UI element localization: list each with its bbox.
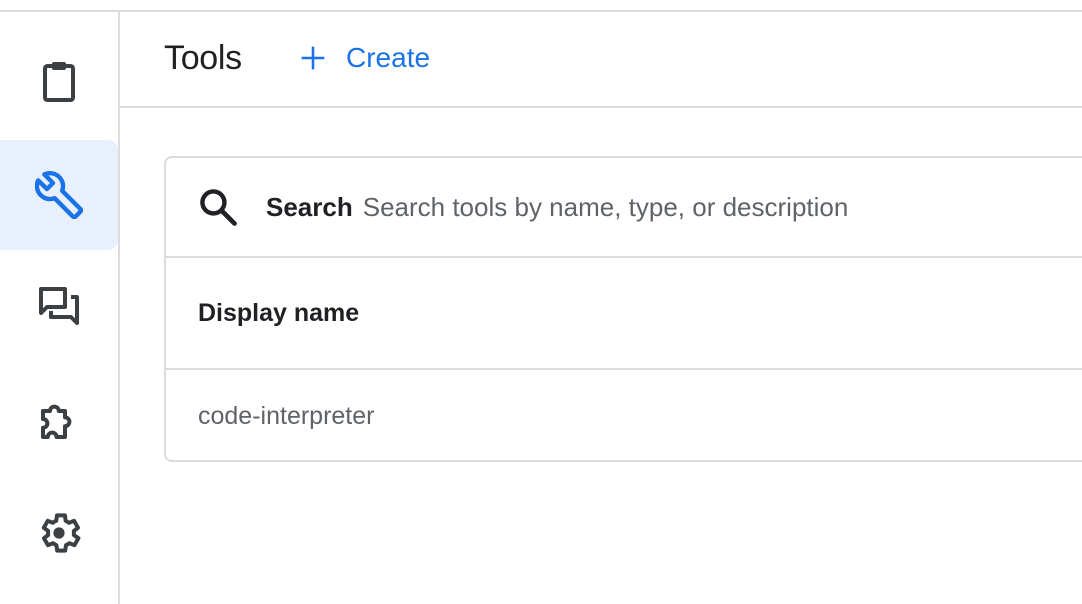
- column-header-display-name[interactable]: Display name: [198, 299, 359, 328]
- page-header: Tools Create: [120, 12, 1082, 108]
- table-row[interactable]: code-interpreter: [166, 370, 1082, 462]
- forum-icon: [39, 287, 79, 325]
- rail-item-tools[interactable]: [0, 140, 118, 250]
- rail-item-extensions[interactable]: [0, 366, 118, 476]
- main-content: Tools Create Search Display name code-in…: [120, 12, 1082, 604]
- wrench-icon: [35, 171, 83, 219]
- page-title: Tools: [164, 39, 242, 77]
- create-button-label: Create: [346, 42, 431, 73]
- rail-item-clipboard[interactable]: [0, 26, 118, 136]
- plus-icon: [301, 46, 325, 70]
- search-icon: [200, 189, 237, 226]
- table-header-row: Display name: [166, 258, 1082, 370]
- search-bar: Search: [166, 158, 1082, 258]
- gear-icon: [41, 513, 81, 553]
- tools-table-panel: Search Display name code-interpreter: [164, 156, 1082, 462]
- extension-icon: [41, 404, 72, 439]
- side-rail: [0, 12, 120, 604]
- clipboard-icon: [43, 62, 75, 102]
- search-input[interactable]: [362, 191, 983, 223]
- create-button[interactable]: Create: [296, 36, 430, 80]
- rail-item-chat[interactable]: [0, 252, 118, 362]
- rail-item-settings[interactable]: [0, 478, 118, 588]
- table-cell-display-name[interactable]: code-interpreter: [198, 402, 374, 431]
- search-label: Search: [266, 191, 353, 222]
